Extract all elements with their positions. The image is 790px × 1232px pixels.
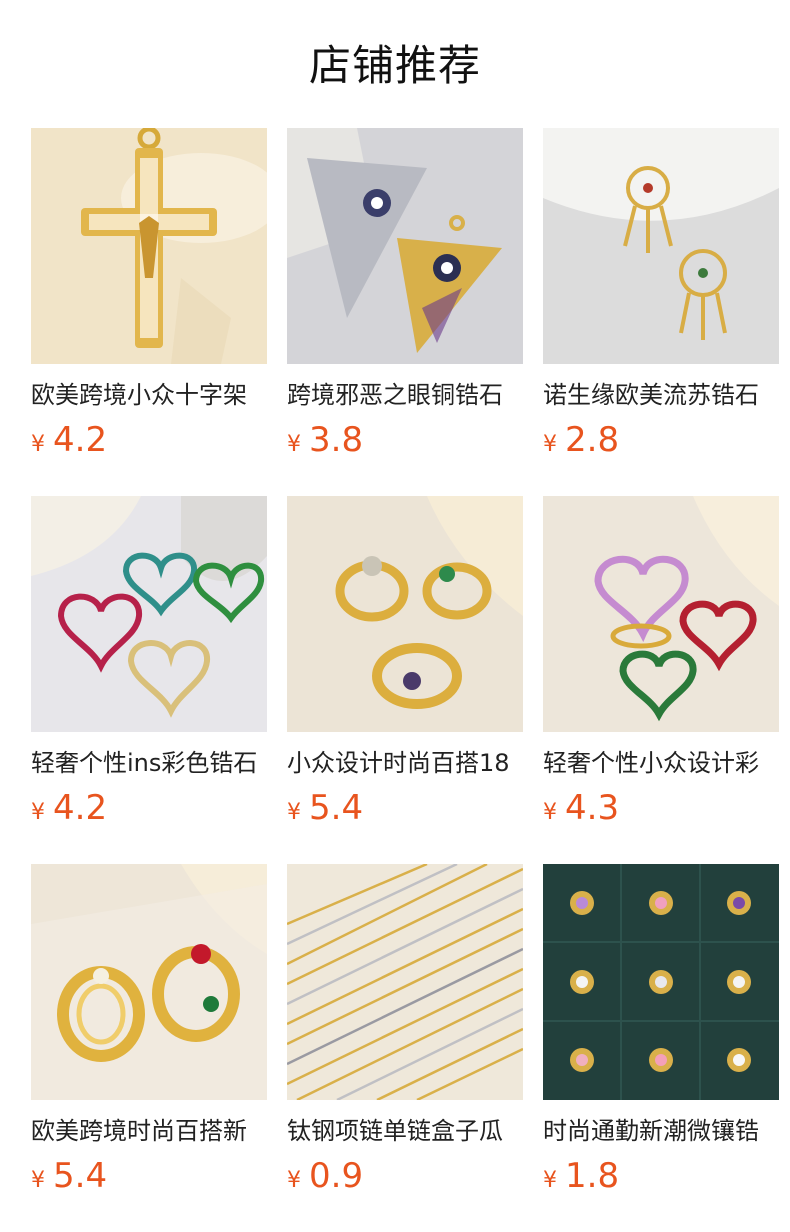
currency-symbol: ¥ xyxy=(287,432,301,457)
cross-pendant-image[interactable] xyxy=(31,128,267,364)
product-price: ¥1.8 xyxy=(543,1156,779,1196)
currency-symbol: ¥ xyxy=(31,432,45,457)
product-name[interactable]: 欧美跨境时尚百搭新 xyxy=(31,1116,267,1146)
product-card[interactable]: 欧美跨境小众十字架 ¥4.2 xyxy=(31,128,267,460)
currency-symbol: ¥ xyxy=(31,800,45,825)
product-card[interactable]: 时尚通勤新潮微镶锆 ¥1.8 xyxy=(543,864,779,1196)
product-card[interactable]: 小众设计时尚百搭18 ¥5.4 xyxy=(287,496,523,828)
price-value: 4.2 xyxy=(53,788,108,828)
heart-rings-image[interactable] xyxy=(543,496,779,732)
currency-symbol: ¥ xyxy=(543,1168,557,1193)
product-name[interactable]: 钛钢项链单链盒子瓜 xyxy=(287,1116,523,1146)
product-name[interactable]: 轻奢个性ins彩色锆石 xyxy=(31,748,267,778)
price-value: 4.3 xyxy=(565,788,620,828)
product-price: ¥4.3 xyxy=(543,788,779,828)
snake-rings-image[interactable] xyxy=(287,496,523,732)
section-title: 店铺推荐 xyxy=(308,41,481,90)
product-card[interactable]: 轻奢个性小众设计彩 ¥4.3 xyxy=(543,496,779,828)
product-name[interactable]: 欧美跨境小众十字架 xyxy=(31,380,267,410)
price-value: 4.2 xyxy=(53,420,108,460)
chain-necklaces-image[interactable] xyxy=(287,864,523,1100)
price-value: 0.9 xyxy=(309,1156,364,1196)
product-price: ¥3.8 xyxy=(287,420,523,460)
product-name[interactable]: 小众设计时尚百搭18 xyxy=(287,748,523,778)
price-value: 3.8 xyxy=(309,420,364,460)
heart-pendants-image[interactable] xyxy=(31,496,267,732)
product-price: ¥2.8 xyxy=(543,420,779,460)
product-card[interactable]: 轻奢个性ins彩色锆石 ¥4.2 xyxy=(31,496,267,828)
product-name[interactable]: 轻奢个性小众设计彩 xyxy=(543,748,779,778)
charm-pendants-image[interactable] xyxy=(543,864,779,1100)
currency-symbol: ¥ xyxy=(543,800,557,825)
dreamcatcher-pendant-image[interactable] xyxy=(543,128,779,364)
product-name[interactable]: 诺生缘欧美流苏锆石 xyxy=(543,380,779,410)
product-card[interactable]: 诺生缘欧美流苏锆石 ¥2.8 xyxy=(543,128,779,460)
product-name[interactable]: 跨境邪恶之眼铜锆石 xyxy=(287,380,523,410)
product-card[interactable]: 欧美跨境时尚百搭新 ¥5.4 xyxy=(31,864,267,1196)
product-price: ¥4.2 xyxy=(31,420,267,460)
product-price: ¥5.4 xyxy=(31,1156,267,1196)
product-price: ¥0.9 xyxy=(287,1156,523,1196)
currency-symbol: ¥ xyxy=(543,432,557,457)
stacked-rings-image[interactable] xyxy=(31,864,267,1100)
currency-symbol: ¥ xyxy=(31,1168,45,1193)
price-value: 1.8 xyxy=(565,1156,620,1196)
product-card[interactable]: 跨境邪恶之眼铜锆石 ¥3.8 xyxy=(287,128,523,460)
currency-symbol: ¥ xyxy=(287,1168,301,1193)
price-value: 5.4 xyxy=(53,1156,108,1196)
price-value: 2.8 xyxy=(565,420,620,460)
currency-symbol: ¥ xyxy=(287,800,301,825)
product-name[interactable]: 时尚通勤新潮微镶锆 xyxy=(543,1116,779,1146)
product-card[interactable]: 钛钢项链单链盒子瓜 ¥0.9 xyxy=(287,864,523,1196)
evil-eye-pendant-image[interactable] xyxy=(287,128,523,364)
product-price: ¥4.2 xyxy=(31,788,267,828)
product-price: ¥5.4 xyxy=(287,788,523,828)
price-value: 5.4 xyxy=(309,788,364,828)
